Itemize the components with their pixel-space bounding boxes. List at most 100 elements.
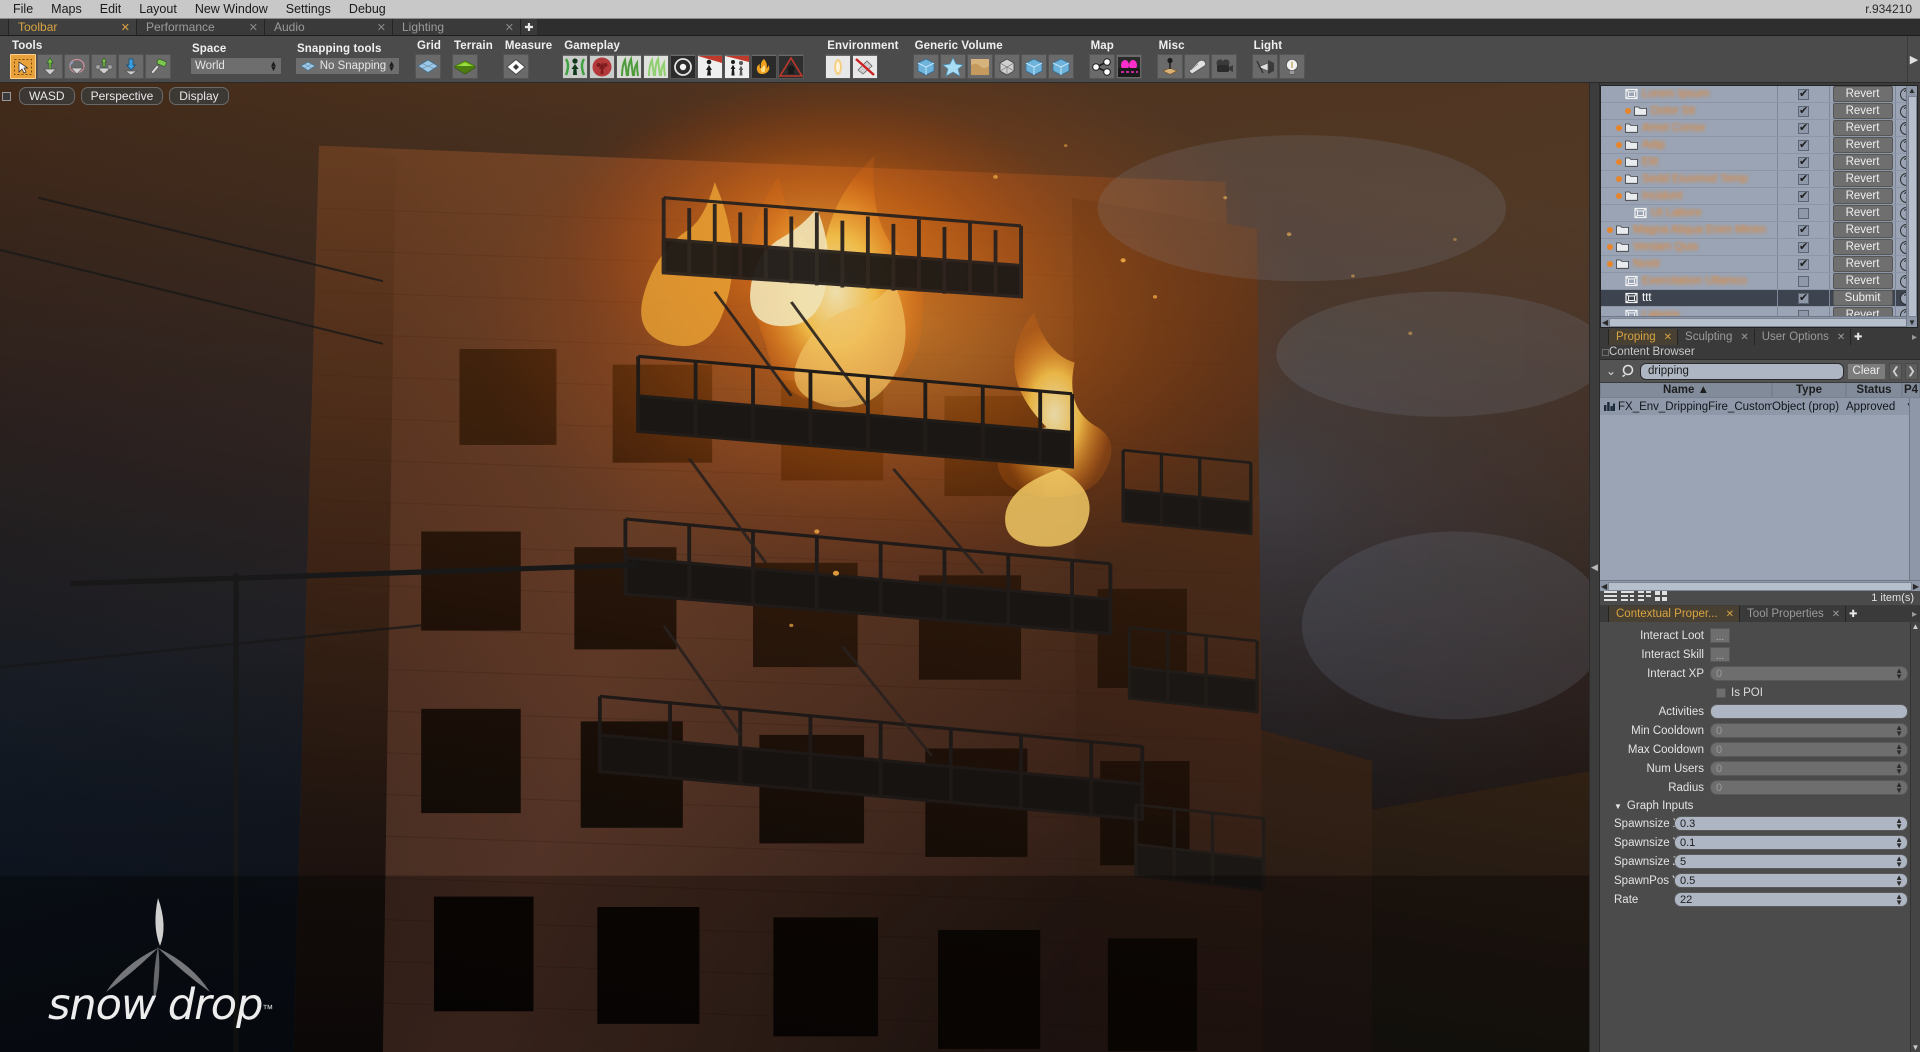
close-icon[interactable]: ✕ (1664, 332, 1672, 343)
viewport-grip[interactable] (2, 92, 11, 101)
scroll-left-icon[interactable]: ◀ (1602, 318, 1608, 327)
graph-input-field[interactable]: 5▲▼ (1674, 854, 1908, 869)
tab-sculpting[interactable]: Sculpting ✕ (1678, 329, 1755, 345)
prop-tabs-overflow[interactable]: ▸ (1860, 606, 1920, 622)
player-spawn-icon[interactable] (562, 54, 588, 79)
changelist-row-checkbox[interactable] (1777, 171, 1829, 187)
drop-tool-icon[interactable] (118, 54, 144, 79)
viewport-3d[interactable]: WASD Perspective Display snow drop™ (0, 83, 1589, 1052)
revert-button[interactable]: Revert (1829, 256, 1895, 272)
viewport-nav-mode-button[interactable]: WASD (19, 87, 75, 105)
volume-cube3-icon[interactable] (1048, 54, 1074, 79)
spinner-arrows-icon[interactable]: ▲▼ (1895, 894, 1903, 906)
revert-button[interactable]: Revert (1829, 188, 1895, 204)
graph-inputs-group-header[interactable]: ▼Graph Inputs (1600, 797, 1920, 814)
map-gradient-icon[interactable] (1116, 54, 1142, 79)
volume-sphere-icon[interactable] (994, 54, 1020, 79)
search-icon[interactable] (1621, 364, 1637, 378)
changelist-row[interactable]: InciduntRevert? (1601, 188, 1917, 205)
changelist-row-checkbox[interactable] (1777, 120, 1829, 136)
graph-input-field[interactable]: 0.1▲▼ (1674, 835, 1908, 850)
changelist-row-checkbox[interactable] (1777, 205, 1829, 221)
revert-button[interactable]: Revert (1829, 103, 1895, 119)
foliage-green-icon[interactable] (616, 54, 642, 79)
bonfire-icon[interactable] (751, 54, 777, 79)
changelist-row[interactable]: Veniam QuisRevert? (1601, 239, 1917, 256)
submit-button[interactable]: Submit (1829, 290, 1895, 306)
menu-item-maps[interactable]: Maps (42, 1, 91, 17)
results-vertical-scrollbar[interactable] (1909, 398, 1920, 580)
changelist-vertical-scrollbar[interactable]: ▲ ▼ (1906, 86, 1917, 327)
close-icon[interactable]: ✕ (1740, 332, 1748, 343)
scroll-left-icon[interactable]: ◀ (1601, 582, 1607, 591)
menu-item-file[interactable]: File (4, 1, 42, 17)
translate-tool-icon[interactable] (37, 54, 63, 79)
tab-toolbar[interactable]: Toolbar ✕ (9, 19, 137, 35)
no-light-icon[interactable] (852, 54, 878, 79)
select-tool-icon[interactable] (10, 54, 36, 79)
circle-marker-icon[interactable] (670, 54, 696, 79)
changelist-row[interactable]: tttSubmit? (1601, 290, 1917, 307)
changelist-row[interactable]: Lorem IpsumRevert? (1601, 86, 1917, 103)
compact-view-icon[interactable] (1638, 591, 1651, 605)
property-value-field[interactable]: 0▲▼ (1710, 723, 1908, 738)
content-browser-row[interactable]: FX_Env_DrippingFire_CustomSize Object (p… (1600, 398, 1920, 415)
revert-button[interactable]: Revert (1829, 222, 1895, 238)
scroll-thumb-h[interactable] (1608, 582, 1912, 591)
spinner-arrows-icon[interactable]: ▲▼ (1895, 782, 1903, 794)
changelist-row[interactable]: NostrRevert? (1601, 256, 1917, 273)
spinner-arrows-icon[interactable]: ▲▼ (1895, 763, 1903, 775)
changelist-row-checkbox[interactable] (1777, 307, 1829, 316)
joystick-icon[interactable] (1157, 54, 1183, 79)
graph-input-field[interactable]: 22▲▼ (1674, 892, 1908, 907)
changelist-row-checkbox[interactable] (1777, 222, 1829, 238)
civilian-icon[interactable] (697, 54, 723, 79)
toolbar-overflow-arrow[interactable]: ▶ (1907, 36, 1920, 82)
measure-diamond-icon[interactable] (503, 54, 529, 79)
property-value-field[interactable]: 0▲▼ (1710, 666, 1908, 681)
bulb-icon[interactable] (1279, 54, 1305, 79)
results-horizontal-scrollbar[interactable]: ◀ ▶ (1600, 580, 1920, 591)
volume-sand-icon[interactable] (967, 54, 993, 79)
changelist-row[interactable]: Sedd Eiusmod TempRevert? (1601, 171, 1917, 188)
close-icon[interactable]: ✕ (1832, 609, 1840, 620)
scale-tool-icon[interactable] (91, 54, 117, 79)
revert-button[interactable]: Revert (1829, 307, 1895, 316)
history-back-button[interactable]: ❮ (1889, 363, 1902, 380)
viewport-display-button[interactable]: Display (169, 87, 228, 105)
scroll-thumb-h[interactable] (1609, 318, 1909, 327)
snapping-combo[interactable]: No Snapping ▲▼ (295, 57, 400, 75)
spinner-arrows-icon[interactable]: ▲▼ (1895, 856, 1903, 868)
changelist-horizontal-scrollbar[interactable]: ◀ ▶ (1601, 316, 1917, 327)
volume-cube2-icon[interactable] (1021, 54, 1047, 79)
changelist-row[interactable]: Exercitation UllamcoRevert? (1601, 273, 1917, 290)
spinner-arrows-icon[interactable]: ▲▼ (1895, 818, 1903, 830)
properties-scrollbar[interactable]: ▲ ▼ (1910, 622, 1920, 1052)
close-icon[interactable]: ✕ (1837, 332, 1845, 343)
tab-tool-properties[interactable]: Tool Properties ✕ (1740, 606, 1846, 622)
changelist-row[interactable]: Magna Aliqua Enim MinimRevert? (1601, 222, 1917, 239)
search-input[interactable] (1640, 363, 1844, 380)
add-properties-panel-icon[interactable]: ✚ (1846, 606, 1860, 622)
scroll-up-icon[interactable]: ▲ (1912, 622, 1920, 631)
column-header-p4[interactable]: P4 (1902, 383, 1920, 398)
changelist-row[interactable]: Dolor SitRevert? (1601, 103, 1917, 120)
history-forward-button[interactable]: ❯ (1905, 363, 1918, 380)
changelist-row-checkbox[interactable] (1777, 256, 1829, 272)
space-combo[interactable]: World ▲▼ (190, 57, 282, 75)
column-header-name[interactable]: Name ▲ (1600, 383, 1772, 398)
tab-audio[interactable]: Audio ✕ (265, 19, 393, 35)
property-value-field[interactable]: 0▲▼ (1710, 780, 1908, 795)
terrain-icon[interactable] (452, 54, 478, 79)
map-graph-icon[interactable] (1089, 54, 1115, 79)
changelist-row-checkbox[interactable] (1777, 154, 1829, 170)
graph-input-field[interactable]: 0.3▲▼ (1674, 816, 1908, 831)
property-value-field[interactable]: 0▲▼ (1710, 761, 1908, 776)
add-tab-icon[interactable]: ✚ (521, 19, 537, 35)
camera-icon[interactable] (1211, 54, 1237, 79)
scroll-down-icon[interactable]: ▼ (1908, 318, 1916, 327)
foliage-light-icon[interactable] (643, 54, 669, 79)
scroll-down-icon[interactable]: ▼ (1912, 1043, 1920, 1052)
paint-tool-icon[interactable] (145, 54, 171, 79)
list-view-icon[interactable] (1604, 591, 1617, 605)
